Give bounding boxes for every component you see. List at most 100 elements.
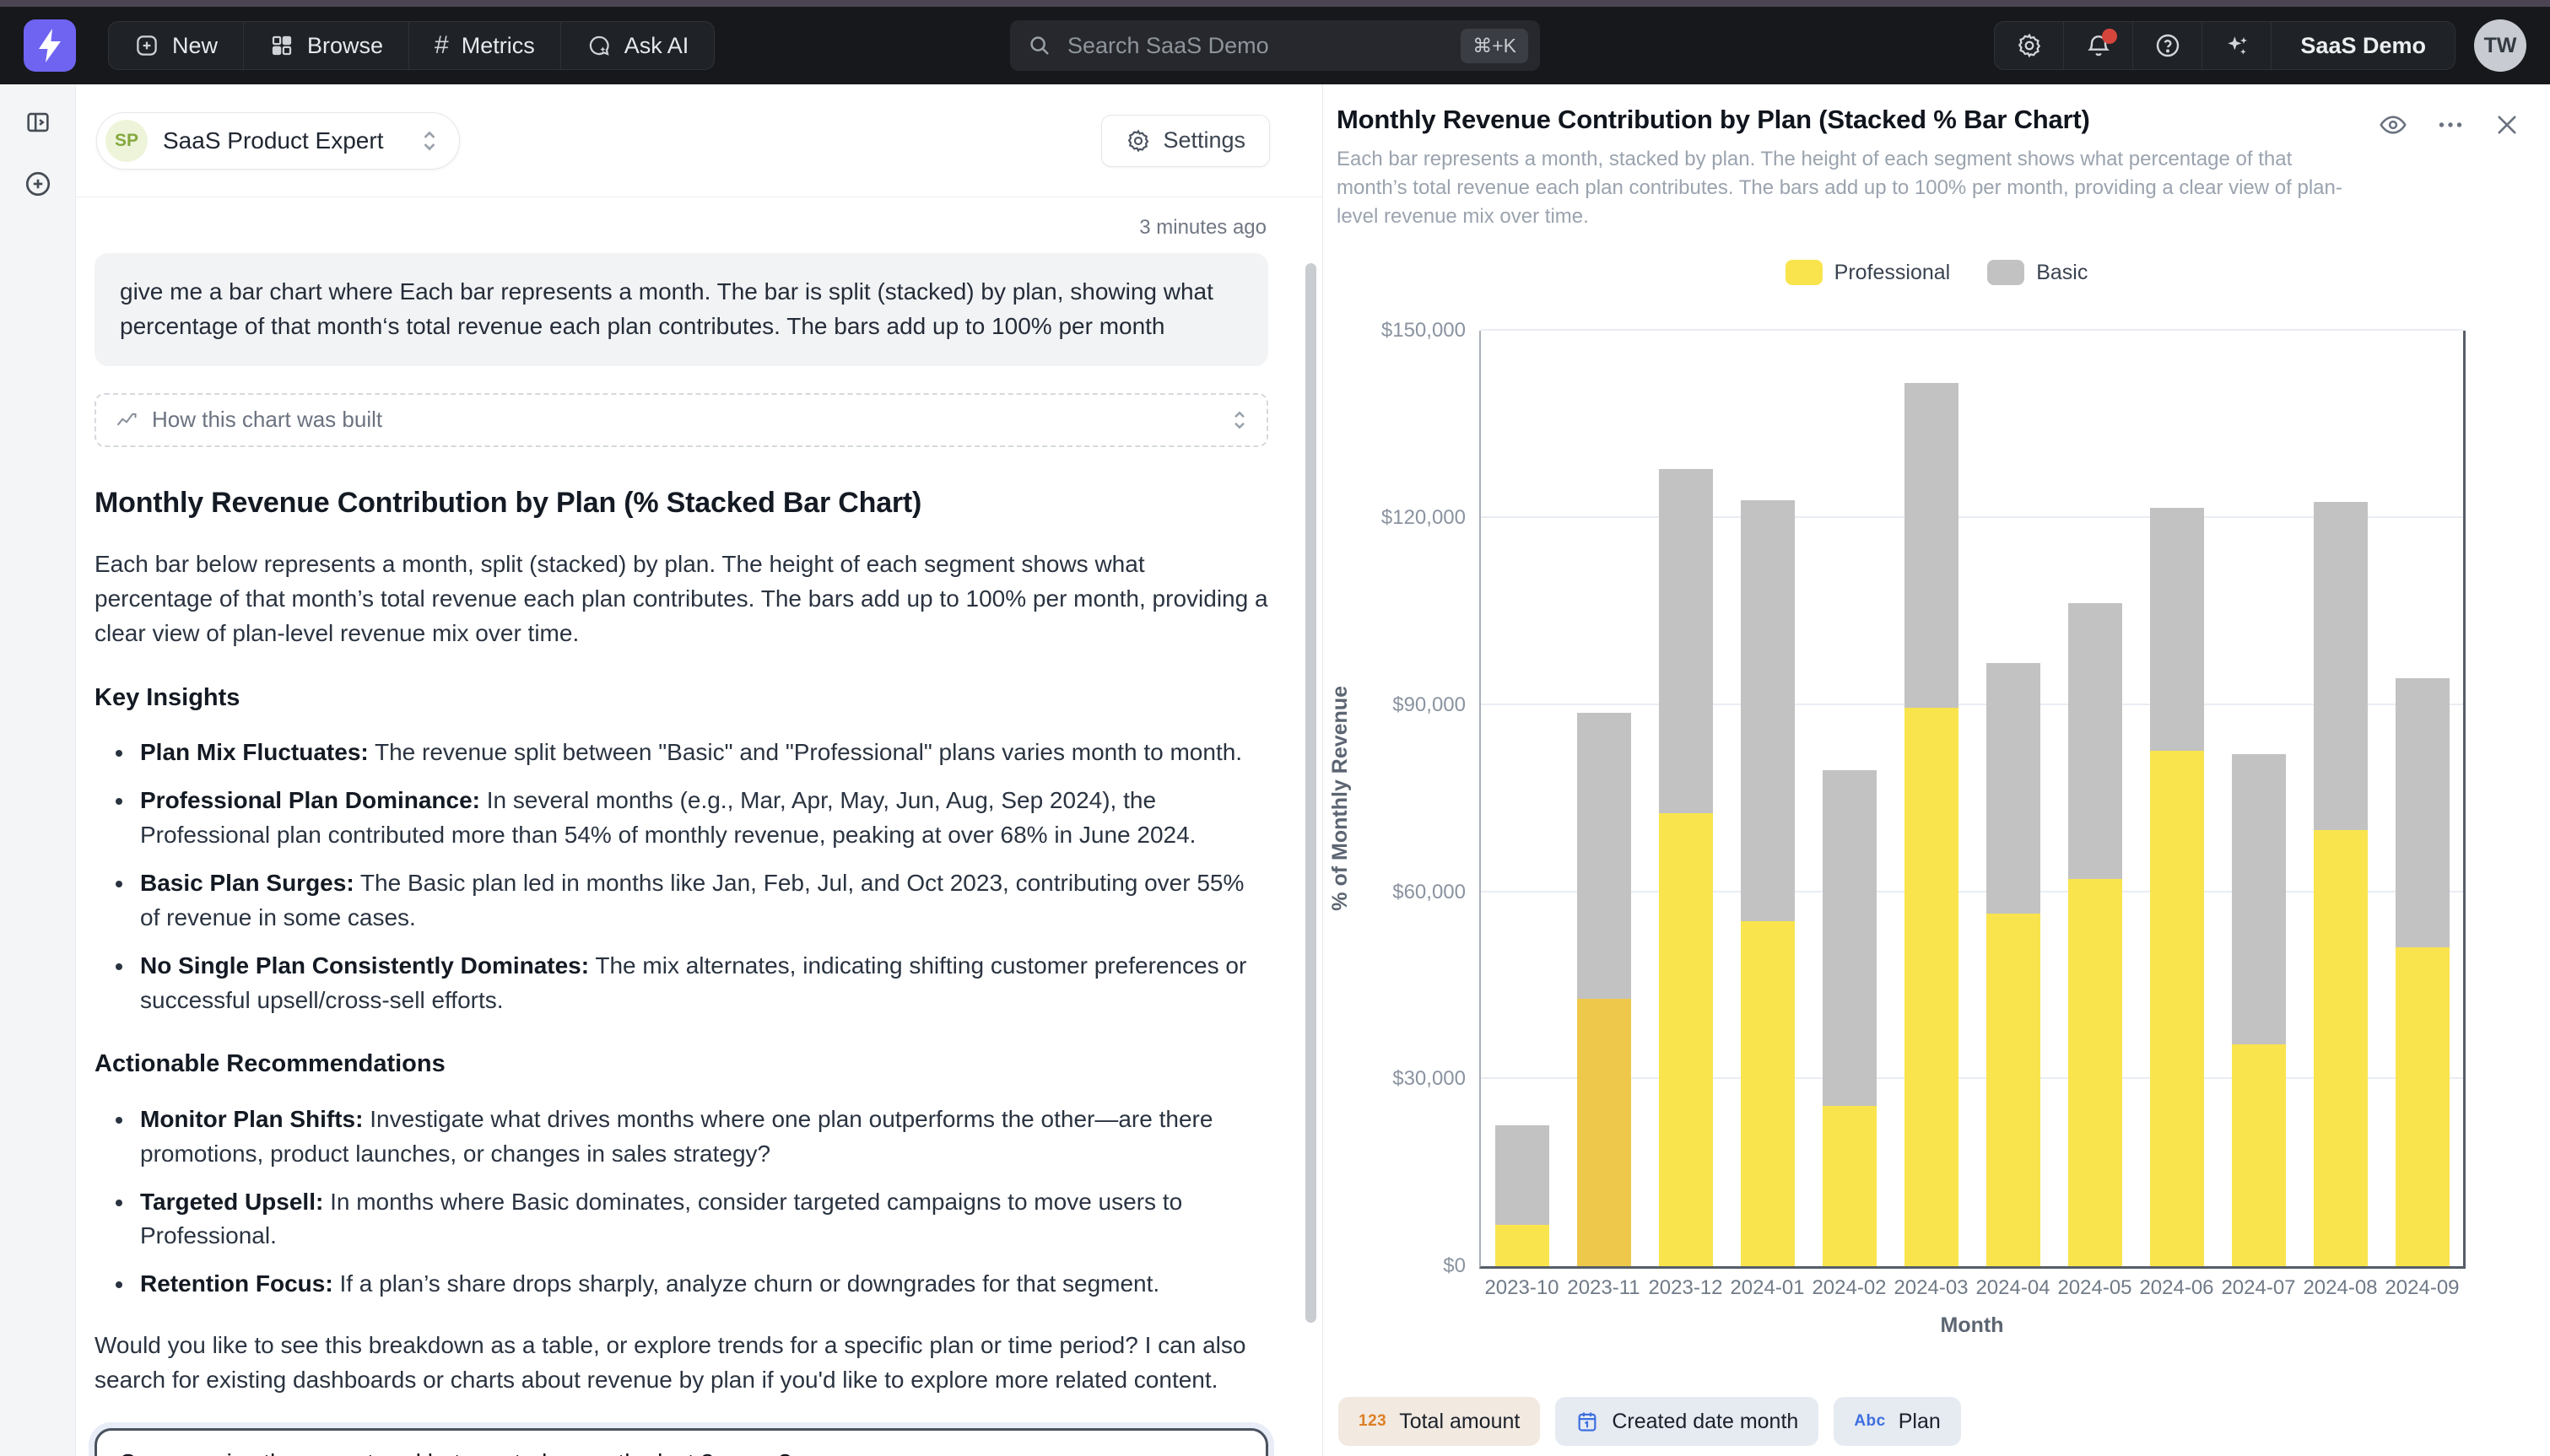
metrics-button[interactable]: # Metrics [409, 22, 561, 69]
bar-segment-professional-2024-08[interactable] [2314, 830, 2368, 1267]
x-axis-tick-label: 2023-12 [1645, 1276, 1726, 1300]
chart-legend: Professional Basic [1323, 260, 2550, 285]
calendar-icon [1575, 1410, 1599, 1433]
how-chart-built-expander[interactable]: How this chart was built [95, 393, 1268, 447]
bar-segment-basic-2023-12[interactable] [1659, 469, 1713, 814]
top-accent-strip [0, 0, 2550, 7]
new-button[interactable]: New [109, 22, 244, 69]
number-123-icon: 123 [1359, 1412, 1386, 1431]
bar-band [1481, 331, 1563, 1266]
bar-segment-professional-2024-05[interactable] [2068, 879, 2122, 1266]
agent-avatar: SP [105, 120, 148, 162]
chip-plan[interactable]: Abc Plan [1834, 1397, 1960, 1446]
ask-ai-button[interactable]: Ask AI [561, 22, 715, 69]
bar-segment-professional-2024-03[interactable] [1904, 708, 1958, 1266]
bar-segment-basic-2024-07[interactable] [2232, 754, 2286, 1044]
bar-segment-professional-2024-06[interactable] [2150, 751, 2204, 1266]
x-axis-tick-label: 2024-01 [1726, 1276, 1808, 1300]
bar-segment-professional-2023-11[interactable] [1577, 999, 1631, 1266]
notification-badge [2102, 29, 2117, 44]
bar-segment-basic-2024-06[interactable] [2150, 508, 2204, 751]
legend-label-professional: Professional [1834, 261, 1951, 285]
chat-scrollbar-thumb[interactable] [1305, 263, 1316, 1323]
x-axis-tick-label: 2024-09 [2381, 1276, 2463, 1300]
nav-button-group: New Browse # Metrics Ask AI [108, 21, 715, 70]
response-sections: Key Insights Plan Mix Fluctuates: The rev… [95, 680, 1268, 1302]
bar-segment-basic-2024-03[interactable] [1904, 383, 1958, 707]
bullet-item: Basic Plan Surges: The Basic plan led in… [135, 866, 1268, 936]
browse-button[interactable]: Browse [244, 22, 409, 69]
y-axis-tick-label: $120,000 [1339, 506, 1466, 530]
chip-created-date-month[interactable]: Created date month [1555, 1397, 1818, 1446]
chat-header: SP SaaS Product Expert Settings [76, 84, 1322, 197]
ask-ai-button-label: Ask AI [624, 33, 689, 59]
y-axis-tick-label: $150,000 [1339, 319, 1466, 342]
question-circle-icon [2154, 32, 2181, 59]
bar-band [2299, 331, 2381, 1266]
agent-selector[interactable]: SP SaaS Product Expert [96, 112, 460, 170]
bar-segment-professional-2024-02[interactable] [1823, 1106, 1877, 1267]
x-axis-tick-label: 2024-06 [2136, 1276, 2218, 1300]
ai-sparkles-button[interactable] [2202, 22, 2272, 69]
lightning-bolt-icon [35, 29, 64, 62]
bar-segment-basic-2024-09[interactable] [2396, 678, 2450, 947]
bar-segment-professional-2023-10[interactable] [1495, 1225, 1549, 1267]
bar-segment-basic-2024-02[interactable] [1823, 770, 1877, 1106]
how-chart-built-label: How this chart was built [152, 407, 382, 433]
message-input[interactable]: Can you give the same trend but quarterl… [97, 1431, 1266, 1456]
bullet-list: Plan Mix Fluctuates: The revenue split b… [95, 736, 1268, 1017]
legend-entry-professional[interactable]: Professional [1786, 260, 1951, 285]
user-avatar[interactable]: TW [2474, 19, 2526, 72]
chart-panel-title: Monthly Revenue Contribution by Plan (St… [1337, 105, 2364, 135]
chip-total-amount[interactable]: 123 Total amount [1338, 1397, 1540, 1446]
visibility-eye-icon[interactable] [2378, 110, 2408, 140]
response-closing: Would you like to see this breakdown as … [95, 1329, 1268, 1398]
org-switcher-button[interactable]: SaaS Demo [2272, 22, 2455, 69]
chip-total-amount-label: Total amount [1399, 1410, 1520, 1434]
bar-band [1563, 331, 1645, 1266]
toggle-sidebar-icon[interactable] [24, 108, 52, 137]
bullet-item: Retention Focus: If a plan’s share drops… [135, 1267, 1268, 1302]
close-icon[interactable] [2493, 111, 2521, 139]
hash-icon: # [435, 31, 449, 60]
org-label: SaaS Demo [2300, 33, 2426, 59]
bar-band [2136, 331, 2218, 1266]
help-button[interactable] [2133, 22, 2202, 69]
x-axis-tick-label: 2023-11 [1563, 1276, 1645, 1300]
chip-created-date-label: Created date month [1612, 1410, 1798, 1434]
app-logo[interactable] [24, 19, 76, 72]
new-thread-icon[interactable] [23, 169, 53, 199]
bar-segment-professional-2024-07[interactable] [2232, 1044, 2286, 1266]
bar-segment-basic-2024-08[interactable] [2314, 502, 2368, 830]
agent-settings-button[interactable]: Settings [1101, 115, 1270, 167]
x-axis-title: Month [1481, 1313, 2463, 1338]
more-options-icon[interactable] [2435, 110, 2466, 140]
bar-segment-professional-2024-01[interactable] [1741, 921, 1795, 1266]
chart-line-icon [115, 408, 138, 432]
y-axis-title-wrap: % of Monthly Revenue [1325, 331, 1355, 1266]
section-heading: Key Insights [95, 680, 1268, 715]
legend-entry-basic[interactable]: Basic [1987, 260, 2088, 285]
navbar-right-section: SaaS Demo TW [1994, 19, 2526, 72]
notifications-button[interactable] [2064, 22, 2133, 69]
section-heading: Actionable Recommendations [95, 1046, 1268, 1081]
bar-segment-basic-2024-01[interactable] [1741, 500, 1795, 922]
message-timestamp: 3 minutes ago [95, 216, 1267, 240]
settings-gear-button[interactable] [1995, 22, 2064, 69]
global-search-input[interactable]: Search SaaS Demo ⌘+K [1010, 20, 1540, 71]
y-axis-tick-label: $30,000 [1339, 1067, 1466, 1091]
bullet-item: Plan Mix Fluctuates: The revenue split b… [135, 736, 1268, 770]
bar-segment-basic-2024-05[interactable] [2068, 603, 2122, 880]
chart-panel-actions [2378, 110, 2521, 140]
new-button-label: New [172, 33, 218, 59]
chat-star-icon [586, 33, 612, 58]
field-chips: 123 Total amount Created date month Abc … [1323, 1397, 2550, 1446]
bar-segment-basic-2023-11[interactable] [1577, 713, 1631, 999]
bar-segment-professional-2023-12[interactable] [1659, 813, 1713, 1266]
bar-segment-professional-2024-04[interactable] [1986, 914, 2040, 1266]
bar-segment-professional-2024-09[interactable] [2396, 947, 2450, 1266]
bullet-item: Targeted Upsell: In months where Basic d… [135, 1185, 1268, 1254]
response-title: Monthly Revenue Contribution by Plan (% … [95, 483, 1268, 525]
bar-segment-basic-2023-10[interactable] [1495, 1125, 1549, 1225]
bar-segment-basic-2024-04[interactable] [1986, 663, 2040, 914]
